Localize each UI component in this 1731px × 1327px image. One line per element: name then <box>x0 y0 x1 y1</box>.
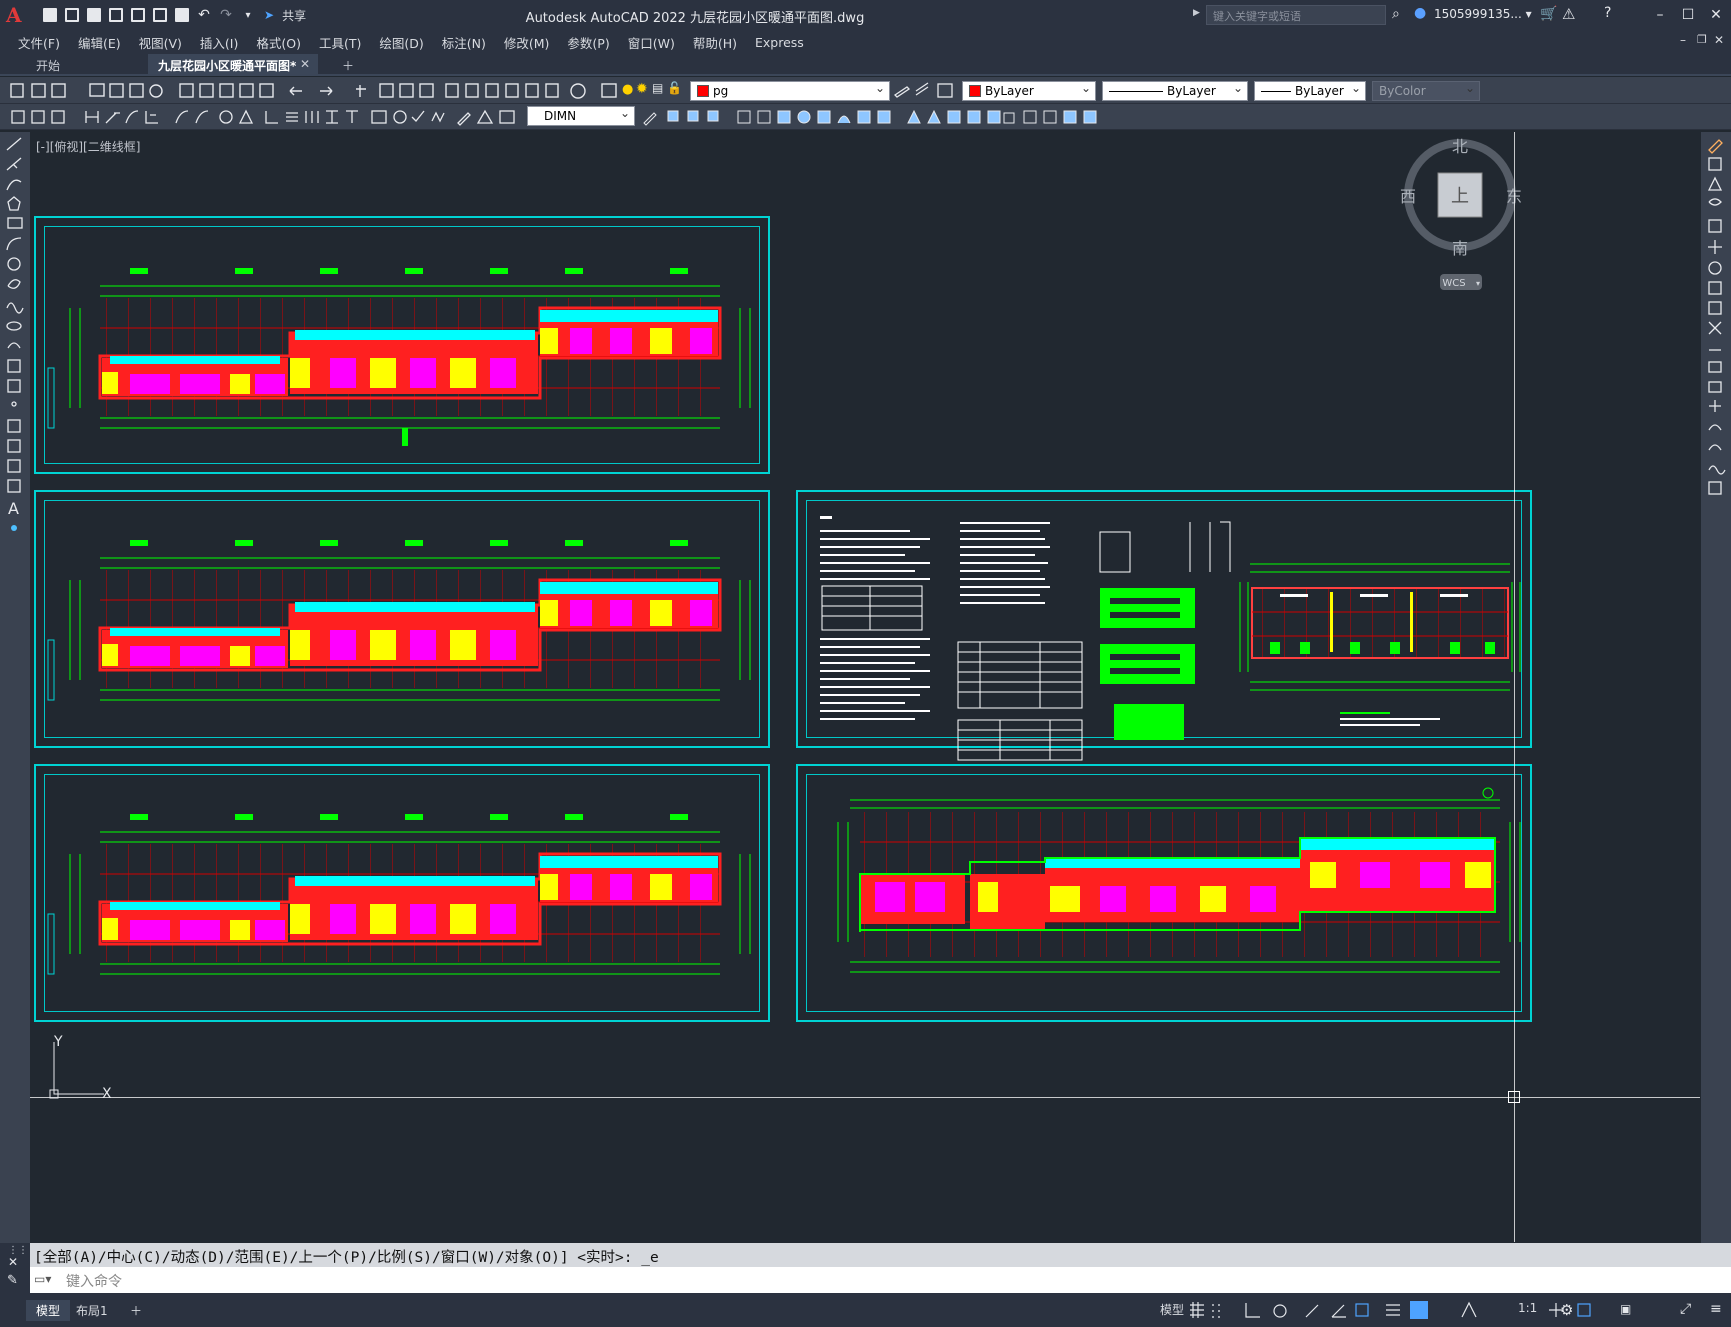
close-button[interactable]: ✕ <box>1704 4 1728 26</box>
customize-statusbar-icon[interactable]: ≡ <box>1710 1301 1722 1317</box>
ucs-icon: Y X <box>49 1034 112 1102</box>
svg-text:A: A <box>8 499 19 518</box>
compass-north[interactable]: 北 <box>1452 137 1468 156</box>
save-web-icon[interactable] <box>150 5 170 25</box>
tab-model[interactable]: 模型 <box>26 1300 71 1321</box>
modify-toolbar <box>1701 132 1731 1243</box>
annotation-scale[interactable]: 1:1 <box>1514 1299 1541 1317</box>
new-tab-button[interactable]: ＋ <box>332 54 356 76</box>
viewcube-top-face[interactable]: 上 <box>1451 186 1469 207</box>
open-file-icon[interactable] <box>62 5 82 25</box>
menu-file[interactable]: 文件(F) <box>12 33 72 52</box>
share-button[interactable]: 共享 <box>282 7 306 24</box>
ucs-menu-chevron-icon[interactable]: ▾ <box>1476 279 1480 288</box>
help-search-input[interactable]: 键入关键字或短语 <box>1206 5 1386 25</box>
standard-tool-icons[interactable] <box>8 81 668 101</box>
menu-view[interactable]: 视图(V) <box>133 33 194 52</box>
dimstyle-dropdown[interactable]: DIMN <box>527 106 635 126</box>
open-web-icon[interactable] <box>128 5 148 25</box>
save-icon[interactable] <box>84 5 104 25</box>
expand-search-icon[interactable]: ▶ <box>1193 8 1200 18</box>
workspace-gear-icon[interactable]: ⚙ <box>1560 1301 1573 1319</box>
menu-insert[interactable]: 插入(I) <box>194 33 250 52</box>
help-icon[interactable]: ? <box>1604 5 1611 21</box>
command-history: [全部(A)/中心(C)/动态(D)/范围(E)/上一个(P)/比例(S)/窗口… <box>30 1243 1731 1267</box>
autocad-logo-icon[interactable]: A <box>6 4 28 26</box>
menu-dimension[interactable]: 标注(N) <box>436 33 498 52</box>
menu-modify[interactable]: 修改(M) <box>498 33 562 52</box>
menu-express[interactable]: Express <box>749 35 816 50</box>
autodesk-app-icon[interactable]: ⚠ <box>1562 5 1575 23</box>
add-layout-button[interactable]: ＋ <box>120 1300 152 1321</box>
menu-draw[interactable]: 绘图(D) <box>373 33 435 52</box>
draw-toolbar: A <box>0 132 30 1243</box>
command-line-controls: ⋮⋮ ✕ ✎ <box>0 1243 30 1293</box>
clean-screen-icon[interactable]: ⤢ <box>1680 1301 1691 1317</box>
hardware-accel-icon[interactable]: ▣ <box>1620 1302 1631 1316</box>
doc-restore-button[interactable]: ❐ <box>1697 33 1707 46</box>
plotstyle-dropdown[interactable]: ByColor <box>1372 81 1480 101</box>
drafting-toggle-icons[interactable] <box>1188 1301 1448 1319</box>
undo-icon[interactable]: ↶ <box>194 5 214 25</box>
share-icon[interactable]: ➤ <box>264 8 274 22</box>
cart-icon[interactable]: 🛒 <box>1540 6 1557 22</box>
dimension-toolbar: DIMN <box>0 104 1731 130</box>
modify-side-icons[interactable] <box>1706 136 1726 556</box>
tab-drawing[interactable]: 九层花园小区暖通平面图* ✕ <box>148 54 318 76</box>
ucs-x-label: X <box>102 1086 112 1102</box>
menu-tools[interactable]: 工具(T) <box>313 33 373 52</box>
save-as-icon[interactable] <box>106 5 126 25</box>
layer-thaw-icon[interactable]: ✹ <box>636 81 648 97</box>
ucs-menu[interactable]: WCS <box>1442 278 1465 289</box>
viewcube[interactable]: 上 北 南 东 西 WCS ▾ <box>1390 132 1550 302</box>
redo-icon[interactable]: ↷ <box>216 5 236 25</box>
color-dropdown[interactable]: ByLayer <box>962 81 1096 101</box>
minimize-button[interactable]: – <box>1648 4 1672 26</box>
command-input[interactable]: 键入命令 <box>30 1267 1731 1293</box>
layer-dropdown[interactable]: pg <box>690 81 890 101</box>
doc-close-button[interactable]: ✕ <box>1714 33 1724 47</box>
layer-viewport-icon[interactable]: ▤ <box>652 81 663 95</box>
compass-south[interactable]: 南 <box>1452 239 1468 258</box>
plot-icon[interactable] <box>172 5 192 25</box>
ucs-y-label: Y <box>53 1034 63 1050</box>
crosshair-pickbox <box>1508 1091 1520 1103</box>
status-bar: 模型 布局1 ＋ 模型 1:1 ⚙ ▣ ⤢ ≡ <box>0 1293 1731 1327</box>
draw-tool-icons[interactable]: A <box>5 136 25 576</box>
standard-toolbar: ● ✹ ▤ 🔓 pg ByLayer ByLayer ByLayer ByCol… <box>0 77 1731 104</box>
lineweight-dropdown[interactable]: ByLayer <box>1254 81 1366 101</box>
user-account[interactable]: 1505999135... ▾ <box>1434 7 1532 21</box>
compass-west[interactable]: 西 <box>1400 187 1416 206</box>
menu-bar: 文件(F) 编辑(E) 视图(V) 插入(I) 格式(O) 工具(T) 绘图(D… <box>0 30 1731 54</box>
tab-start[interactable]: 开始 <box>26 54 144 76</box>
title-bar: A ↶ ↷ ▾ ➤ 共享 Autodesk AutoCAD 2022 九层花园小… <box>0 0 1731 30</box>
modify-tool-icons[interactable] <box>640 107 1100 127</box>
close-tab-icon[interactable]: ✕ <box>300 57 310 71</box>
layer-unlock-icon[interactable]: 🔓 <box>667 81 682 95</box>
user-icon[interactable]: ● <box>1414 5 1426 21</box>
customize-qat-icon[interactable]: ▾ <box>238 5 258 25</box>
tab-layout1[interactable]: 布局1 <box>66 1300 118 1321</box>
layer-on-icon[interactable]: ● <box>622 82 633 97</box>
file-tabs: 开始 九层花园小区暖通平面图* ✕ ＋ <box>0 54 1731 76</box>
menu-format[interactable]: 格式(O) <box>250 33 313 52</box>
crosshair-vertical <box>1514 132 1515 1242</box>
dimension-tool-icons[interactable] <box>8 107 523 127</box>
search-icon[interactable]: ⌕ <box>1392 6 1400 22</box>
drawing-canvas[interactable]: [-][俯视][二维线框] 上 北 南 东 西 WCS ▾ Y X <box>30 132 1700 1242</box>
new-file-icon[interactable] <box>40 5 60 25</box>
menu-window[interactable]: 窗口(W) <box>622 33 687 52</box>
close-command-icon[interactable]: ✕ <box>8 1255 18 1269</box>
customize-command-icon[interactable]: ✎ <box>7 1273 18 1288</box>
maximize-button[interactable]: ☐ <box>1676 4 1700 26</box>
menu-parametric[interactable]: 参数(P) <box>561 33 621 52</box>
crosshair-horizontal <box>30 1097 1700 1098</box>
layer-tool-icons[interactable] <box>892 81 958 101</box>
doc-minimize-button[interactable]: – <box>1680 33 1686 47</box>
recent-commands-icon[interactable]: ▭▾ <box>34 1272 51 1286</box>
menu-help[interactable]: 帮助(H) <box>687 33 749 52</box>
linetype-dropdown[interactable]: ByLayer <box>1102 81 1248 101</box>
menu-edit[interactable]: 编辑(E) <box>72 33 133 52</box>
quick-access-toolbar: ↶ ↷ ▾ ➤ 共享 <box>40 5 306 25</box>
